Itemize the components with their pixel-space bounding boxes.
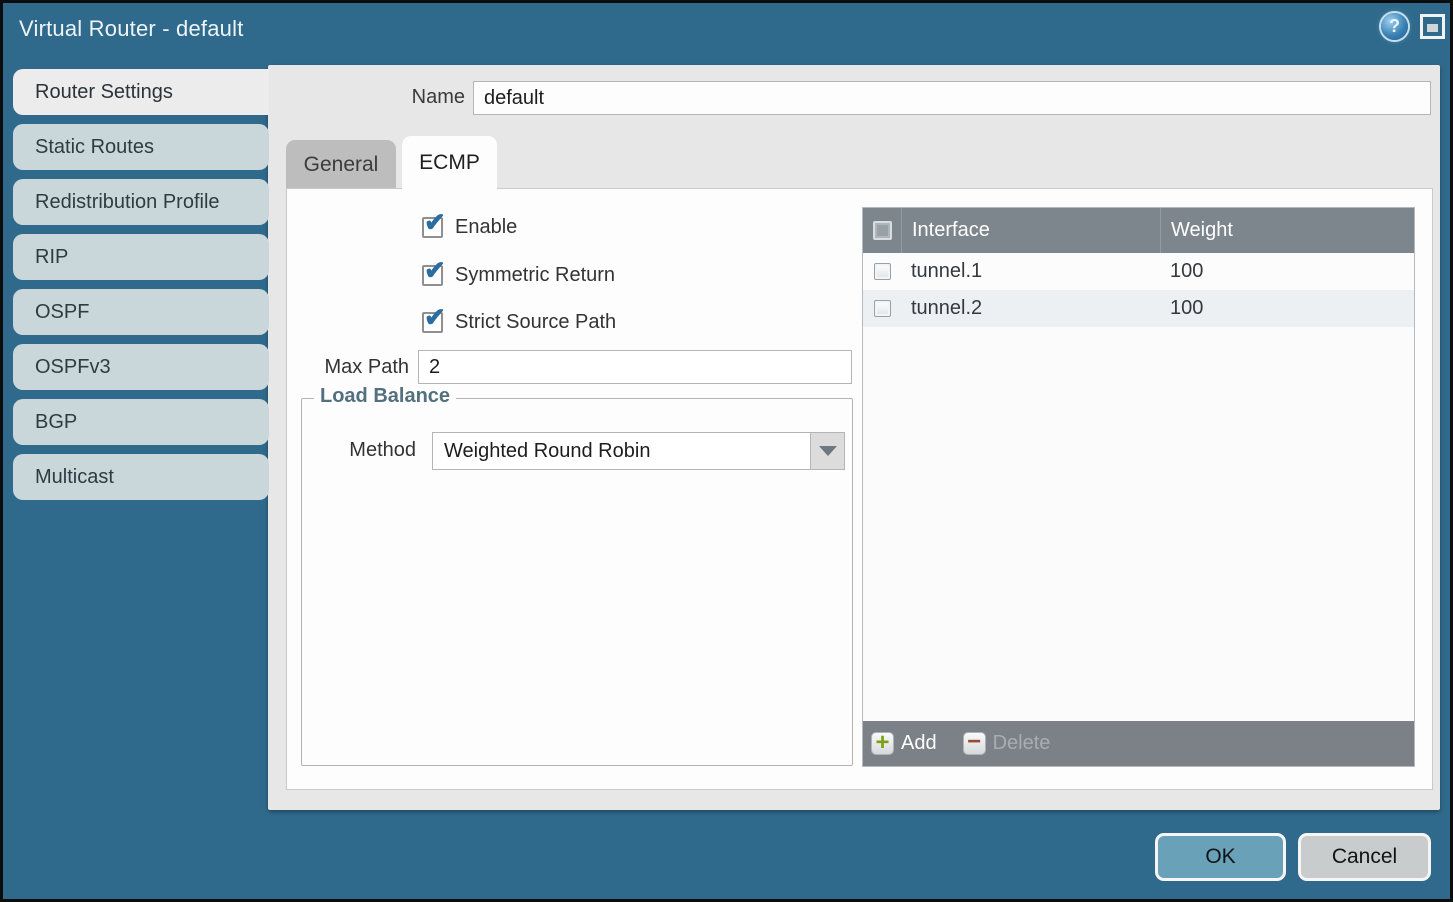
name-field-label: Name (345, 86, 465, 109)
ecmp-tab-panel: ✔ Enable ✔ Symmetric Return ✔ Strict Sou… (286, 188, 1433, 790)
delete-button[interactable]: − Delete (963, 732, 1051, 755)
interface-table-header: Interface Weight (863, 208, 1414, 253)
interface-table: Interface Weight tunnel.1 100 tunnel.2 1… (862, 207, 1415, 767)
sidebar-item-ospf[interactable]: OSPF (13, 289, 269, 335)
table-row[interactable]: tunnel.1 100 (863, 253, 1414, 290)
table-empty-area (863, 327, 1414, 721)
strict-source-path-checkbox[interactable]: ✔ (422, 312, 443, 333)
plus-icon: + (871, 732, 894, 755)
add-button[interactable]: + Add (871, 732, 937, 755)
tab-ecmp[interactable]: ECMP (402, 136, 497, 189)
column-header-interface[interactable]: Interface (901, 208, 1160, 253)
sidebar-item-static-routes[interactable]: Static Routes (13, 124, 269, 170)
sidebar-item-ospfv3[interactable]: OSPFv3 (13, 344, 269, 390)
max-path-label: Max Path (307, 356, 409, 379)
name-input[interactable] (473, 81, 1431, 115)
restore-window-icon-inner (1427, 24, 1438, 32)
delete-button-label: Delete (993, 732, 1051, 755)
strict-source-path-row: ✔ Strict Source Path (422, 309, 616, 335)
method-select[interactable]: Weighted Round Robin (432, 432, 811, 470)
restore-window-icon[interactable] (1420, 14, 1445, 39)
strict-source-path-label: Strict Source Path (455, 311, 616, 334)
sidebar-item-router-settings[interactable]: Router Settings (13, 69, 269, 115)
enable-checkbox[interactable]: ✔ (422, 217, 443, 238)
symmetric-return-label: Symmetric Return (455, 264, 615, 287)
cell-weight[interactable]: 100 (1160, 290, 1414, 327)
row-checkbox[interactable] (874, 300, 891, 317)
symmetric-return-row: ✔ Symmetric Return (422, 262, 615, 288)
enable-row: ✔ Enable (422, 214, 517, 240)
virtual-router-dialog: Virtual Router - default ? Router Settin… (0, 0, 1453, 902)
column-header-weight[interactable]: Weight (1160, 208, 1414, 253)
interface-table-footer: + Add − Delete (863, 721, 1414, 766)
sidebar-item-multicast[interactable]: Multicast (13, 454, 269, 500)
header-checkbox-cell (863, 208, 901, 253)
symmetric-return-checkbox[interactable]: ✔ (422, 265, 443, 286)
cell-interface[interactable]: tunnel.1 (901, 253, 1160, 290)
sidebar-item-bgp[interactable]: BGP (13, 399, 269, 445)
select-all-checkbox[interactable] (873, 221, 892, 240)
ok-button[interactable]: OK (1155, 833, 1286, 881)
help-icon[interactable]: ? (1381, 13, 1408, 40)
method-label: Method (338, 439, 416, 462)
minus-icon: − (963, 732, 986, 755)
add-button-label: Add (901, 732, 937, 755)
max-path-input[interactable] (418, 350, 852, 384)
row-checkbox[interactable] (874, 263, 891, 280)
cell-weight[interactable]: 100 (1160, 253, 1414, 290)
checkmark-icon: ✔ (424, 207, 446, 238)
cell-interface[interactable]: tunnel.2 (901, 290, 1160, 327)
chevron-down-icon (819, 446, 837, 456)
table-row[interactable]: tunnel.2 100 (863, 290, 1414, 327)
cancel-button[interactable]: Cancel (1298, 833, 1431, 881)
row-checkbox-cell (863, 253, 901, 290)
checkmark-icon: ✔ (424, 255, 446, 286)
dialog-title: Virtual Router - default (19, 16, 244, 42)
enable-label: Enable (455, 216, 517, 239)
load-balance-fieldset: Load Balance Method Weighted Round Robin (301, 398, 853, 766)
load-balance-legend: Load Balance (314, 385, 456, 408)
sidebar-item-rip[interactable]: RIP (13, 234, 269, 280)
row-checkbox-cell (863, 290, 901, 327)
sidebar-item-redistribution-profile[interactable]: Redistribution Profile (13, 179, 269, 225)
checkmark-icon: ✔ (424, 302, 446, 333)
sidebar: Router Settings Static Routes Redistribu… (13, 69, 269, 509)
tab-general[interactable]: General (286, 140, 396, 189)
method-dropdown-button[interactable] (810, 432, 845, 470)
